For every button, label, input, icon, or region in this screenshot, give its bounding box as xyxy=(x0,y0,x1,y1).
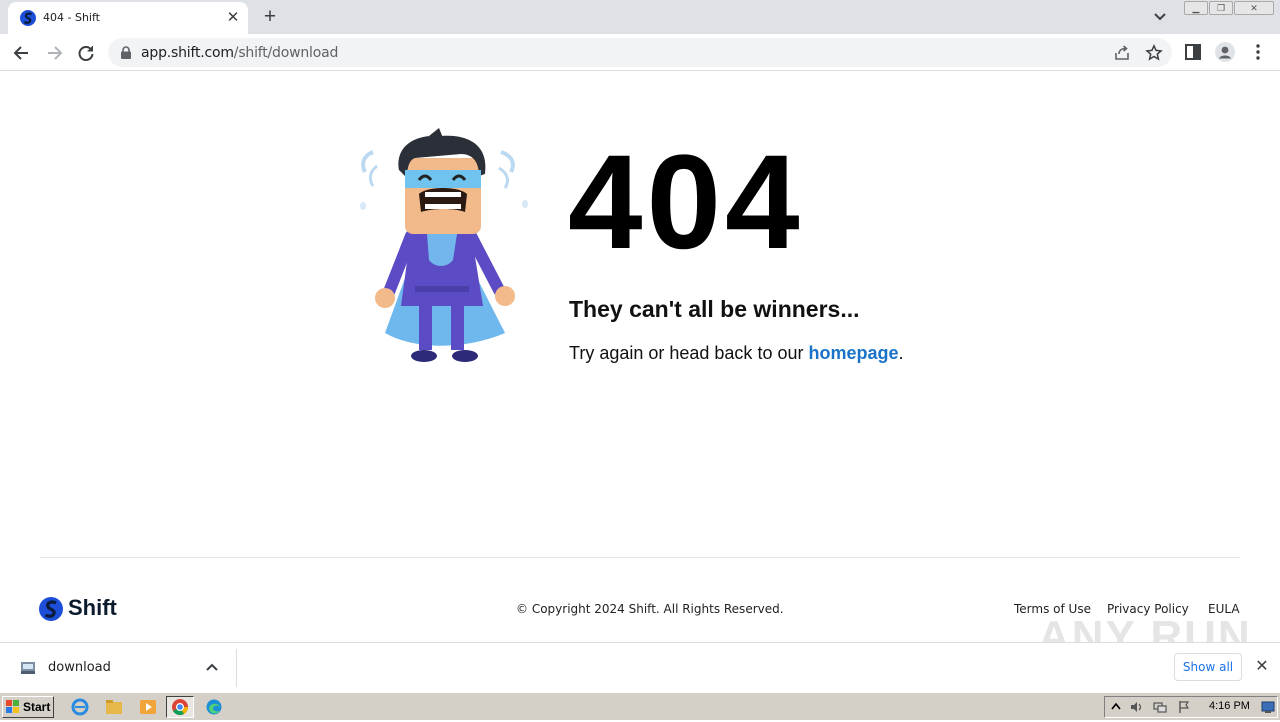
lock-icon[interactable] xyxy=(120,46,132,59)
browser-toolbar: app.shift.com/shift/download xyxy=(0,34,1280,71)
windows-taskbar: Start 4:16 PM xyxy=(0,692,1280,720)
profile-avatar-icon[interactable] xyxy=(1215,42,1235,62)
tab-strip: 404 - Shift ✕ + ▁ ❐ ✕ xyxy=(0,0,1280,34)
shift-favicon-icon xyxy=(20,10,36,26)
error-code-heading: 404 xyxy=(568,128,804,277)
media-player-icon[interactable] xyxy=(134,696,162,718)
subtext-before: Try again or head back to our xyxy=(569,343,809,363)
url-path: /shift/download xyxy=(233,45,339,61)
window-minimize-button[interactable]: ▁ xyxy=(1184,1,1208,15)
url-text[interactable]: app.shift.com/shift/download xyxy=(141,45,338,61)
url-host: app.shift.com xyxy=(141,45,234,61)
start-button[interactable]: Start xyxy=(2,696,54,718)
download-bar-close-icon[interactable]: ✕ xyxy=(1253,658,1271,676)
tab-close-icon[interactable]: ✕ xyxy=(224,9,242,27)
download-file-name[interactable]: download xyxy=(48,660,111,675)
homepage-link[interactable]: homepage xyxy=(808,343,898,363)
reload-icon[interactable] xyxy=(73,40,99,66)
show-all-button[interactable]: Show all xyxy=(1174,653,1242,681)
tab-title: 404 - Shift xyxy=(43,11,100,24)
window-close-button[interactable]: ✕ xyxy=(1234,1,1274,15)
file-download-icon xyxy=(21,662,35,674)
show-desktop-icon[interactable] xyxy=(1261,700,1275,714)
forward-arrow-icon[interactable] xyxy=(41,40,67,66)
address-bar[interactable]: app.shift.com/shift/download xyxy=(108,38,1172,67)
chrome-taskbar-button[interactable] xyxy=(166,696,194,718)
new-tab-icon[interactable]: + xyxy=(259,6,281,28)
subtext-after: . xyxy=(898,343,904,363)
error-subtext: Try again or head back to our homepage. xyxy=(569,343,904,364)
shift-logo-icon[interactable] xyxy=(39,597,63,621)
chrome-icon xyxy=(172,699,189,716)
chevron-up-icon[interactable] xyxy=(204,660,220,676)
window-restore-button[interactable]: ❐ xyxy=(1209,1,1233,15)
action-center-flag-icon[interactable] xyxy=(1177,700,1191,714)
side-panel-icon[interactable] xyxy=(1183,42,1203,62)
system-tray: 4:16 PM xyxy=(1104,696,1278,718)
bookmark-star-icon[interactable] xyxy=(1145,44,1163,62)
network-icon[interactable] xyxy=(1153,700,1167,714)
copyright-text: © Copyright 2024 Shift. All Rights Reser… xyxy=(516,602,784,616)
back-arrow-icon[interactable] xyxy=(9,40,35,66)
tab-search-chevron-icon[interactable] xyxy=(1150,8,1170,26)
download-bar: download Show all ✕ xyxy=(0,642,1280,692)
tab-active[interactable]: 404 - Shift ✕ xyxy=(8,2,248,34)
windows-flag-icon xyxy=(6,700,19,713)
edge-icon[interactable] xyxy=(200,696,228,718)
footer-brand[interactable]: Shift xyxy=(68,595,117,621)
start-label: Start xyxy=(23,700,51,714)
error-tagline: They can't all be winners... xyxy=(569,296,860,322)
footer-divider xyxy=(40,557,1240,558)
internet-explorer-icon[interactable] xyxy=(66,696,94,718)
download-separator xyxy=(236,649,237,687)
menu-dots-icon[interactable] xyxy=(1248,42,1268,62)
taskbar-clock[interactable]: 4:16 PM xyxy=(1209,700,1250,712)
sad-superhero-illustration xyxy=(360,128,528,362)
tray-expand-icon[interactable] xyxy=(1109,700,1123,714)
file-explorer-icon[interactable] xyxy=(100,696,128,718)
share-icon[interactable] xyxy=(1113,44,1131,62)
volume-icon[interactable] xyxy=(1129,700,1143,714)
